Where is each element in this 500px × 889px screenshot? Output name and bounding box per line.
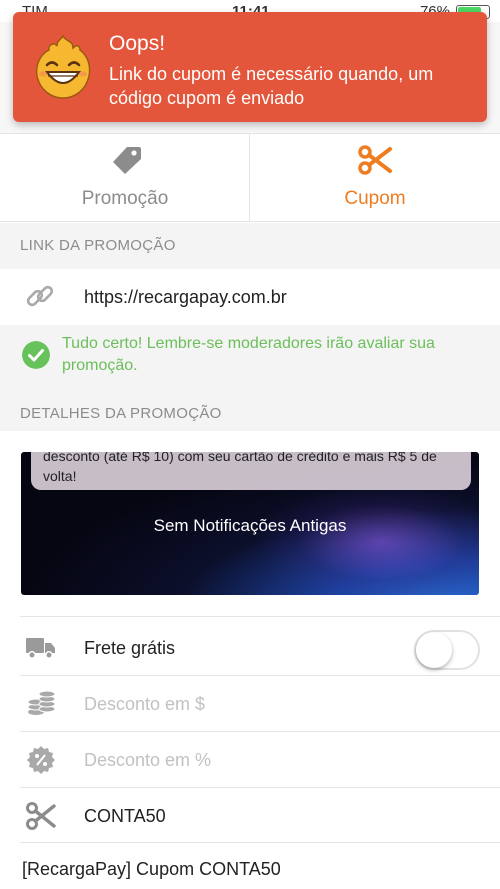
type-option-promocao[interactable]: Promoção [0, 134, 250, 222]
toast-title: Oops! [109, 32, 166, 55]
scissors-icon [26, 802, 56, 830]
section-title: LINK DA PROMOÇÃO [20, 237, 176, 254]
scissors-icon [358, 145, 392, 175]
free-shipping-label: Frete grátis [84, 638, 176, 658]
discount-amount-row[interactable]: Desconto em $ [0, 676, 500, 732]
promo-link-field[interactable]: https://recargapay.com.br [84, 287, 287, 308]
section-title: DETALHES DA PROMOÇÃO [20, 405, 222, 422]
link-section-header: LINK DA PROMOÇÃO [0, 223, 500, 269]
type-option-cupom[interactable]: Cupom [250, 134, 500, 222]
smiling-flame-face-icon [35, 34, 91, 99]
details-section-header: DETALHES DA PROMOÇÃO [0, 387, 500, 431]
no-old-notifications-label: Sem Notificações Antigas [153, 516, 347, 535]
discount-percent-row[interactable]: Desconto em % [0, 732, 500, 788]
tag-icon [113, 147, 141, 174]
coins-icon [27, 690, 56, 715]
free-shipping-toggle[interactable] [414, 630, 480, 670]
type-option-label: Promoção [81, 188, 169, 209]
success-text: Tudo certo! Lembre-se moderadores irão a… [62, 335, 435, 374]
error-toast[interactable]: Oops! Link do cupom é necessário quando,… [13, 12, 487, 122]
percent-badge-icon [27, 746, 55, 774]
validation-success-message: Tudo certo! Lembre-se moderadores irão a… [0, 325, 500, 387]
title-row[interactable]: [RecargaPay] Cupom CONTA50 [0, 843, 500, 889]
type-option-label: Cupom [344, 188, 406, 209]
promotion-title-field[interactable]: [RecargaPay] Cupom CONTA50 [22, 859, 281, 880]
truck-icon [26, 638, 55, 659]
promotion-image-preview[interactable]: desconto (até R$ 10) com seu cartão de c… [21, 452, 479, 595]
check-circle-icon [22, 341, 50, 369]
discount-percent-field[interactable]: Desconto em % [84, 750, 211, 771]
coupon-code-row[interactable]: CONTA50 [0, 788, 500, 843]
link-row[interactable]: https://recargapay.com.br [0, 269, 500, 325]
link-icon [26, 285, 54, 307]
free-shipping-row: Frete grátis [0, 618, 500, 676]
notification-text: desconto (até R$ 10) com seu cartão de c… [43, 452, 437, 484]
coupon-code-field[interactable]: CONTA50 [84, 806, 166, 827]
type-selector: Promoção Cupom [0, 134, 500, 222]
toast-message: Link do cupom é necessário quando, um có… [109, 64, 434, 108]
discount-amount-field[interactable]: Desconto em $ [84, 694, 205, 715]
